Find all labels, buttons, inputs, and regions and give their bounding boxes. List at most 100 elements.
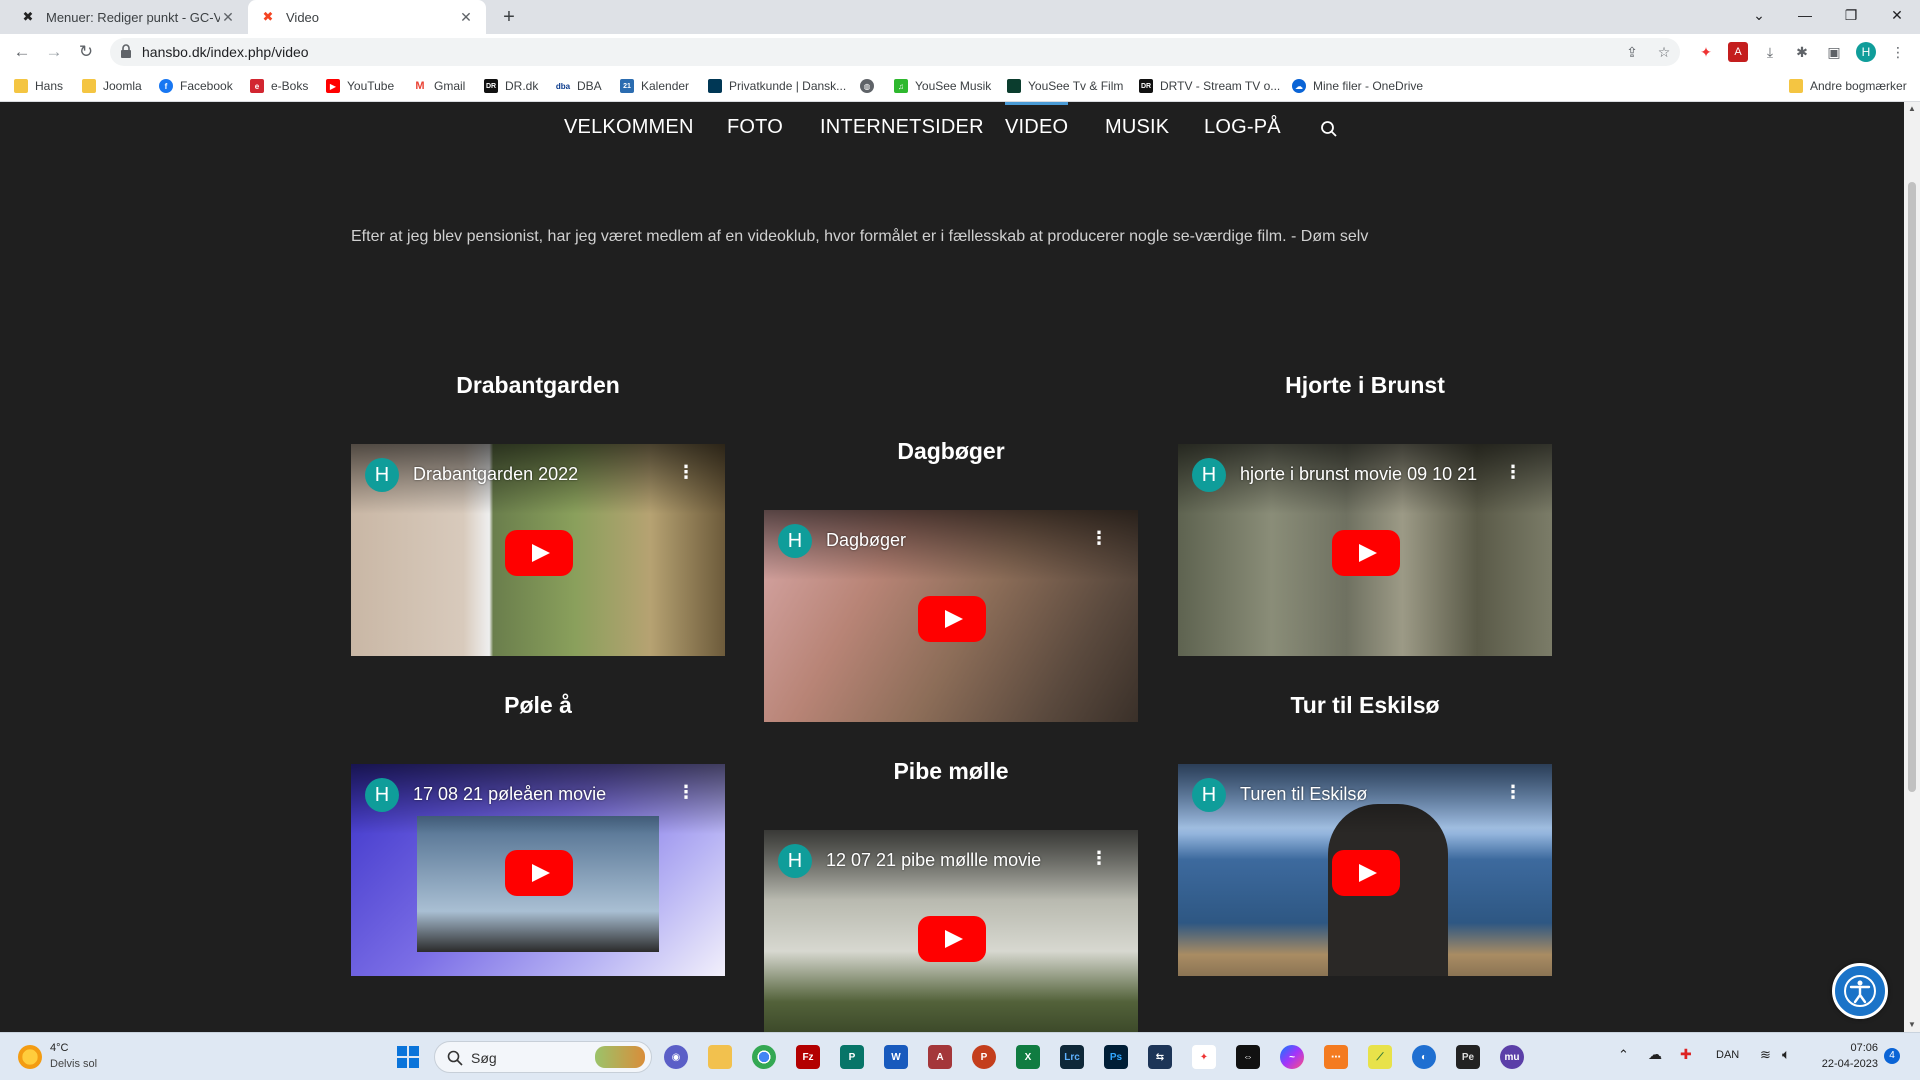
video-title[interactable]: 17 08 21 pøleåen movie	[413, 784, 606, 805]
more-options-icon[interactable]: ⋮	[1090, 848, 1108, 869]
restore-button[interactable]: ❐	[1828, 0, 1874, 30]
start-button[interactable]	[396, 1045, 420, 1069]
play-button[interactable]	[505, 530, 573, 576]
channel-avatar[interactable]: H	[1192, 458, 1226, 492]
teamviewer-icon[interactable]: ⇔	[1236, 1045, 1260, 1069]
channel-avatar[interactable]: H	[365, 458, 399, 492]
bookmark-other[interactable]: Andre bogmærker	[1789, 77, 1907, 95]
scroll-up-arrow[interactable]: ▲	[1904, 104, 1920, 113]
tab-menuer[interactable]: ✖ Menuer: Rediger punkt - GC-Vide ✕	[8, 0, 248, 34]
file-explorer-icon[interactable]	[708, 1045, 732, 1069]
colorful-app-icon[interactable]: ✦	[1192, 1045, 1216, 1069]
download-icon[interactable]: ⤓	[1760, 42, 1780, 62]
video-embed-hjorte[interactable]: H hjorte i brunst movie 09 10 21 ⋮	[1178, 444, 1552, 656]
wifi-icon[interactable]: ≋	[1760, 1047, 1771, 1063]
more-options-icon[interactable]: ⋮	[1504, 782, 1522, 803]
bookmark-kalender[interactable]: 21 Kalender	[620, 77, 689, 95]
taskbar-search[interactable]: Søg	[434, 1041, 652, 1073]
accessibility-button[interactable]	[1832, 963, 1888, 1019]
play-button[interactable]	[505, 850, 573, 896]
menu-item-internetsider[interactable]: INTERNETSIDER	[820, 116, 984, 139]
filezilla-icon[interactable]: Fz	[796, 1045, 820, 1069]
word-icon[interactable]: W	[884, 1045, 908, 1069]
video-embed-dagboger[interactable]: H Dagbøger ⋮	[764, 510, 1138, 722]
messenger-icon[interactable]: ~	[1280, 1045, 1304, 1069]
bookmark-drtv[interactable]: DR DRTV - Stream TV o...	[1139, 77, 1280, 95]
bookmark-yousee-tv[interactable]: YouSee Tv & Film	[1007, 77, 1123, 95]
video-title[interactable]: Turen til Eskilsø	[1240, 784, 1367, 805]
play-button[interactable]	[1332, 850, 1400, 896]
tab-video[interactable]: ✖ Video ✕	[248, 0, 486, 34]
minimize-button[interactable]: —	[1782, 0, 1828, 30]
address-bar[interactable]: hansbo.dk/index.php/video ⇪ ☆	[110, 38, 1680, 66]
channel-avatar[interactable]: H	[365, 778, 399, 812]
lightroom-icon[interactable]: Lrc	[1060, 1045, 1084, 1069]
more-options-icon[interactable]: ⋮	[677, 462, 695, 483]
bookmark-onedrive[interactable]: ☁ Mine filer - OneDrive	[1292, 77, 1423, 95]
back-button[interactable]: ←	[10, 40, 34, 64]
search-icon[interactable]	[1320, 120, 1338, 138]
channel-avatar[interactable]: H	[778, 844, 812, 878]
powerpoint-icon[interactable]: P	[972, 1045, 996, 1069]
extensions-icon[interactable]: ✱	[1792, 42, 1812, 62]
weather-desc[interactable]: Delvis sol	[50, 1058, 97, 1070]
photoshop-icon[interactable]: Ps	[1104, 1045, 1128, 1069]
bookmark-dr[interactable]: DR DR.dk	[484, 77, 538, 95]
tray-app-icon[interactable]: ✚	[1680, 1046, 1692, 1063]
video-title[interactable]: Drabantgarden 2022	[413, 464, 578, 485]
channel-avatar[interactable]: H	[778, 524, 812, 558]
clock-date[interactable]: 22-04-2023	[1812, 1058, 1878, 1070]
video-embed-eskilso[interactable]: H Turen til Eskilsø ⋮	[1178, 764, 1552, 976]
forward-button[interactable]: →	[42, 40, 66, 64]
acrobat-icon[interactable]: A	[1728, 42, 1748, 62]
menu-kebab-icon[interactable]: ⋮	[1888, 42, 1908, 62]
more-options-icon[interactable]: ⋮	[677, 782, 695, 803]
reload-button[interactable]: ↻	[74, 40, 98, 64]
bookmark-eboks[interactable]: e e-Boks	[250, 77, 308, 95]
play-button[interactable]	[918, 596, 986, 642]
page-scrollbar[interactable]: ▲ ▼	[1904, 102, 1920, 1032]
bookmark-joomla[interactable]: Joomla	[82, 77, 142, 95]
volume-icon[interactable]: 🔈︎	[1782, 1046, 1790, 1063]
close-window-button[interactable]: ✕	[1874, 0, 1920, 30]
channel-avatar[interactable]: H	[1192, 778, 1226, 812]
mu-app-icon[interactable]: mu	[1500, 1045, 1524, 1069]
video-title[interactable]: hjorte i brunst movie 09 10 21	[1240, 464, 1477, 485]
excel-icon[interactable]: X	[1016, 1045, 1040, 1069]
access-icon[interactable]: A	[928, 1045, 952, 1069]
firefox-icon[interactable]: ◐	[1412, 1045, 1436, 1069]
notification-badge[interactable]: 4	[1884, 1048, 1900, 1064]
menu-item-video[interactable]: VIDEO	[1005, 102, 1069, 139]
profile-avatar[interactable]: H	[1856, 42, 1876, 62]
publisher-icon[interactable]: P	[840, 1045, 864, 1069]
menu-item-musik[interactable]: MUSIK	[1105, 116, 1169, 139]
video-title[interactable]: Dagbøger	[826, 530, 906, 551]
tray-chevron-icon[interactable]: ⌃	[1618, 1047, 1629, 1063]
play-button[interactable]	[1332, 530, 1400, 576]
bookmark-dba[interactable]: dba DBA	[556, 77, 602, 95]
menu-item-velkommen[interactable]: VELKOMMEN	[564, 116, 694, 139]
bookmark-gmail[interactable]: M Gmail	[413, 77, 465, 95]
menu-item-foto[interactable]: FOTO	[727, 116, 783, 139]
orange-app-icon[interactable]: ⋯	[1324, 1045, 1348, 1069]
share-icon[interactable]: ⇪	[1622, 42, 1642, 62]
extension-colorful-icon[interactable]: ✦	[1696, 42, 1716, 62]
weather-icon[interactable]	[18, 1045, 42, 1069]
bookmark-danskebank[interactable]: Privatkunde | Dansk...	[708, 77, 846, 95]
pe-app-icon[interactable]: Pe	[1456, 1045, 1480, 1069]
clock-time[interactable]: 07:06	[1816, 1042, 1878, 1054]
video-title[interactable]: 12 07 21 pibe møllle movie	[826, 850, 1041, 871]
close-icon[interactable]: ✕	[458, 9, 474, 26]
play-button[interactable]	[918, 916, 986, 962]
tab-search-button[interactable]: ⌄	[1736, 0, 1782, 30]
bookmark-facebook[interactable]: f Facebook	[159, 77, 233, 95]
bookmark-globe[interactable]: ◍	[860, 77, 881, 95]
video-embed-poleaa[interactable]: H 17 08 21 pøleåen movie ⋮	[351, 764, 725, 976]
language-indicator[interactable]: DAN	[1716, 1049, 1739, 1061]
weather-temp[interactable]: 4°C	[50, 1042, 68, 1054]
close-icon[interactable]: ✕	[220, 9, 236, 26]
video-embed-drabantgarden[interactable]: H Drabantgarden 2022 ⋮	[351, 444, 725, 656]
more-options-icon[interactable]: ⋮	[1090, 528, 1108, 549]
star-icon[interactable]: ☆	[1654, 42, 1674, 62]
scroll-down-arrow[interactable]: ▼	[1904, 1020, 1920, 1029]
